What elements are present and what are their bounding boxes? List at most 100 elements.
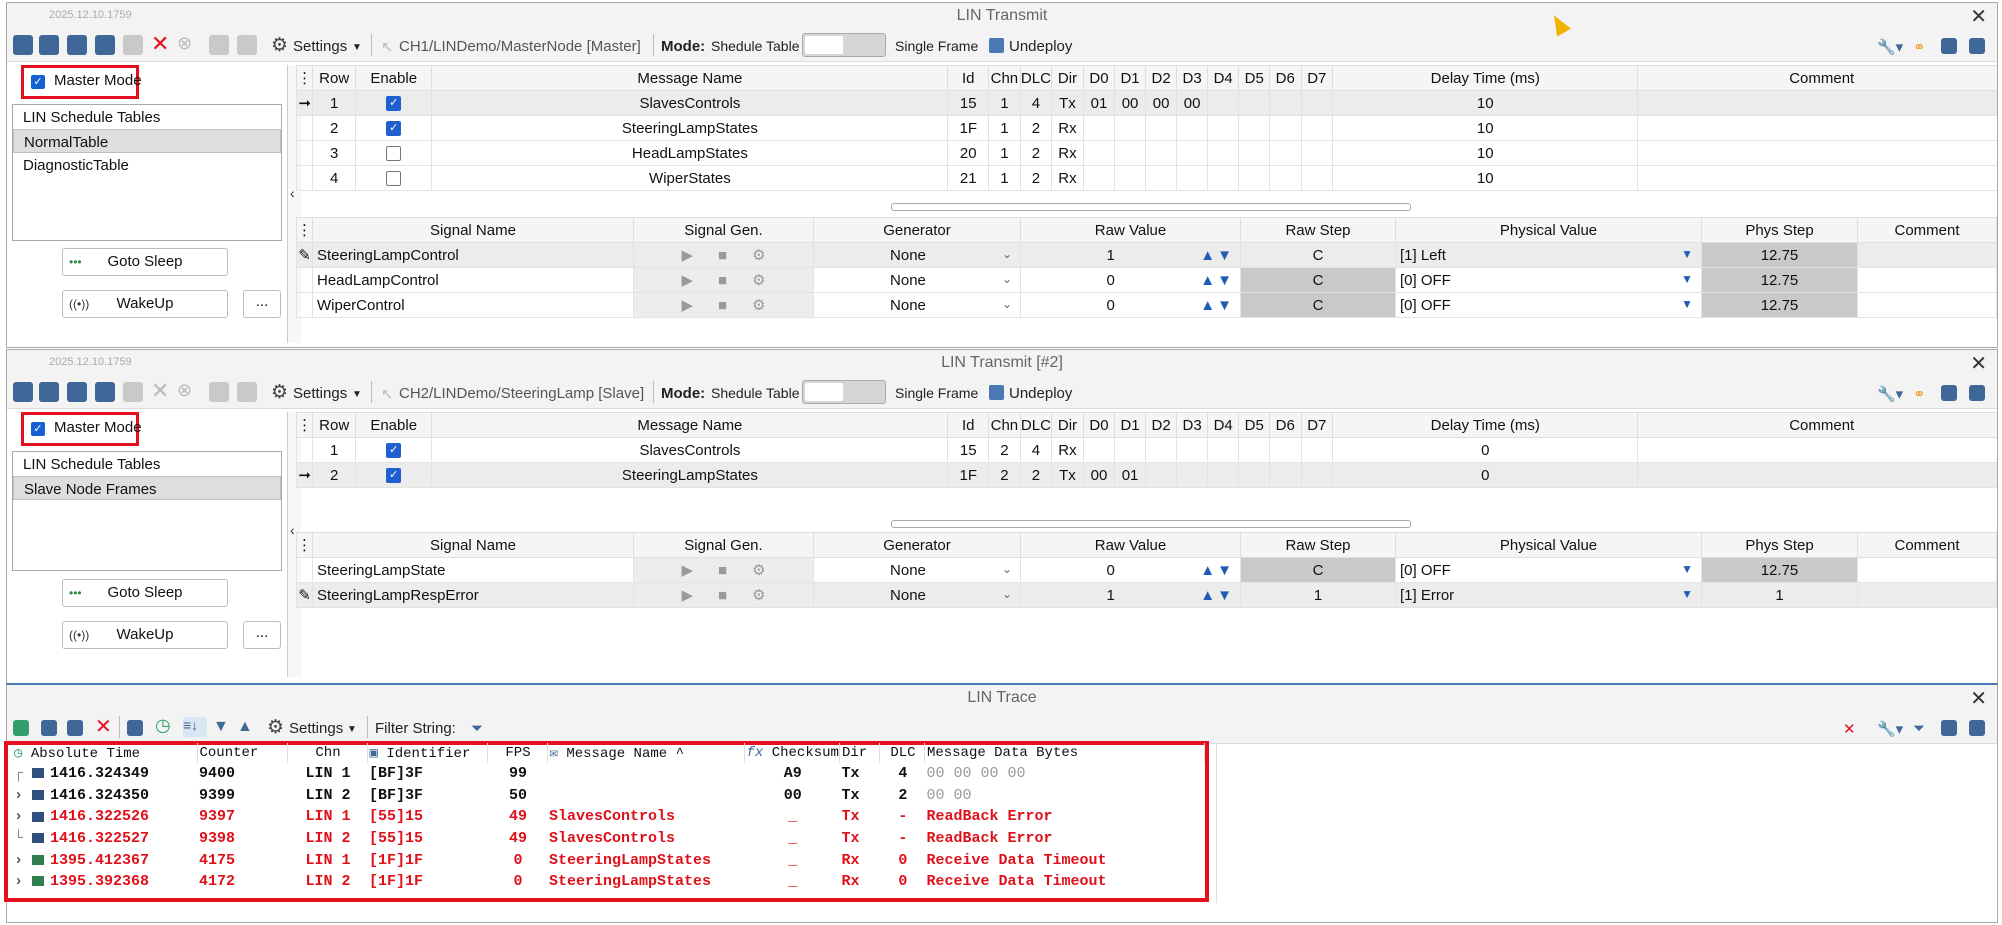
raw-value-stepper[interactable]: 1 ▲▼ [1020,582,1241,608]
paste-icon[interactable] [123,35,143,55]
signal-gen-controls[interactable]: ▶ ■ ⚙ [633,557,814,583]
tree-item-diagnostic-table[interactable]: DiagnosticTable [13,153,281,177]
comment[interactable] [1857,242,1997,268]
col-chn[interactable]: Chn [988,65,1021,91]
col-d3[interactable]: D3 [1176,412,1208,438]
phys-step[interactable]: 12.75 [1701,242,1858,268]
raw-step[interactable]: C [1240,292,1396,318]
comment[interactable] [1637,140,1997,166]
col-signal-gen[interactable]: Signal Gen. [633,532,814,558]
signal-name[interactable]: SteeringLampControl [312,242,634,268]
physical-value-select[interactable]: [0] OFF ▼ [1395,557,1702,583]
goto-sleep-button[interactable]: ••• Goto Sleep [62,579,228,607]
message-id[interactable]: 15 [947,90,990,116]
data-byte[interactable]: 01 [1114,462,1146,488]
data-byte[interactable] [1268,115,1302,141]
data-byte[interactable] [1300,165,1334,191]
message-dir[interactable]: Rx [1051,115,1084,141]
gear-icon[interactable]: ⚙ [752,272,765,289]
col-d2[interactable]: D2 [1144,65,1178,91]
message-dlc[interactable]: 4 [1019,90,1053,116]
col-comment[interactable]: Comment [1857,532,1997,558]
message-chn[interactable]: 1 [988,115,1021,141]
close-all-icon[interactable] [1941,720,1957,736]
data-byte[interactable] [1144,462,1178,488]
arrow-down-icon[interactable]: ▼ [213,718,229,736]
data-byte[interactable] [1114,115,1146,141]
col-identifier[interactable]: ▣ Identifier [367,743,488,763]
data-byte[interactable] [1144,115,1178,141]
col-d1[interactable]: D1 [1114,412,1146,438]
data-byte[interactable] [1176,140,1208,166]
table-row[interactable]: HeadLampControl ▶ ■ ⚙ None ⌄ 0 ▲▼ C [0] OF… [296,267,1997,293]
undeploy-icon[interactable] [989,385,1004,400]
generator-select[interactable]: None ⌄ [813,267,1021,293]
message-name[interactable]: WiperStates [431,165,949,191]
col-enable[interactable]: Enable [355,412,433,438]
stop-icon[interactable]: ■ [718,587,727,604]
message-name[interactable]: HeadLampStates [431,140,949,166]
message-dlc[interactable]: 2 [1019,140,1053,166]
delay-time[interactable]: 0 [1332,437,1639,463]
col-d1[interactable]: D1 [1114,65,1146,91]
data-byte[interactable]: 00 [1114,90,1146,116]
message-id[interactable]: 21 [947,165,990,191]
data-byte[interactable]: 01 [1082,90,1116,116]
up-down-arrow-icon[interactable]: ▲▼ [1200,297,1234,314]
undeploy-button[interactable]: Undeploy [1009,385,1072,402]
physical-value-select[interactable]: [1] Left ▼ [1395,242,1702,268]
data-byte[interactable] [1082,437,1116,463]
message-name[interactable]: SlavesControls [431,437,949,463]
col-message-name[interactable]: Message Name [431,65,949,91]
comment[interactable] [1857,582,1997,608]
data-byte[interactable] [1114,140,1146,166]
data-byte[interactable]: 00 [1144,90,1178,116]
trace-row[interactable]: › 1395.412367 4175 LIN 1 [1F]1F 0 Steeri… [12,849,1204,871]
mode-toggle[interactable] [802,380,886,404]
comment[interactable] [1857,267,1997,293]
table-edit-icon[interactable] [237,35,257,55]
play-icon[interactable]: ▶ [681,587,693,604]
export-icon[interactable] [67,720,83,736]
col-raw-value[interactable]: Raw Value [1020,217,1241,243]
mode-toggle[interactable] [802,33,886,57]
table-row[interactable]: ✎ SteeringLampControl ▶ ■ ⚙ None ⌄ 1 ▲▼ C … [296,242,1997,268]
window-menu-icon[interactable] [1969,720,1985,736]
gear-icon[interactable]: ⚙ [752,587,765,604]
data-byte[interactable] [1176,437,1208,463]
phys-step[interactable]: 1 [1701,582,1858,608]
table-row[interactable]: ➞ 2 ✓ SteeringLampStates 1F 2 2 Tx 00 01… [295,462,1997,488]
phys-step[interactable]: 12.75 [1701,267,1858,293]
col-generator[interactable]: Generator [813,532,1021,558]
close-icon[interactable]: ✕ [1970,4,1987,29]
col-d0[interactable]: D0 [1082,412,1116,438]
horizontal-splitter[interactable] [891,203,1411,211]
message-id[interactable]: 1F [947,462,990,488]
col-counter[interactable]: Counter [197,743,288,763]
col-signal-name[interactable]: Signal Name [312,532,634,558]
message-dir[interactable]: Rx [1051,437,1084,463]
col-row[interactable]: Row [312,412,357,438]
save-icon[interactable] [41,720,57,736]
message-id[interactable]: 20 [947,140,990,166]
data-byte[interactable] [1114,437,1146,463]
phys-step[interactable]: 12.75 [1701,557,1858,583]
gear-icon[interactable]: ⚙ [267,716,284,739]
data-byte[interactable] [1300,437,1334,463]
signal-gen-controls[interactable]: ▶ ■ ⚙ [633,267,814,293]
phys-step[interactable]: 12.75 [1701,292,1858,318]
comment[interactable] [1857,292,1997,318]
stop-icon[interactable]: ■ [718,247,727,264]
col-raw-step[interactable]: Raw Step [1240,532,1396,558]
comment[interactable] [1637,165,1997,191]
comment[interactable] [1637,90,1997,116]
more-button[interactable]: ... [243,290,281,318]
signal-name[interactable]: SteeringLampRespError [312,582,634,608]
data-byte[interactable] [1268,90,1302,116]
physical-value-select[interactable]: [1] Error ▼ [1395,582,1702,608]
window-menu-icon[interactable] [1969,38,1985,54]
col-d4[interactable]: D4 [1206,412,1240,438]
clear-trace-icon[interactable]: ✕ [95,714,115,738]
message-name[interactable]: SteeringLampStates [431,462,949,488]
stop-icon[interactable]: ■ [718,562,727,579]
